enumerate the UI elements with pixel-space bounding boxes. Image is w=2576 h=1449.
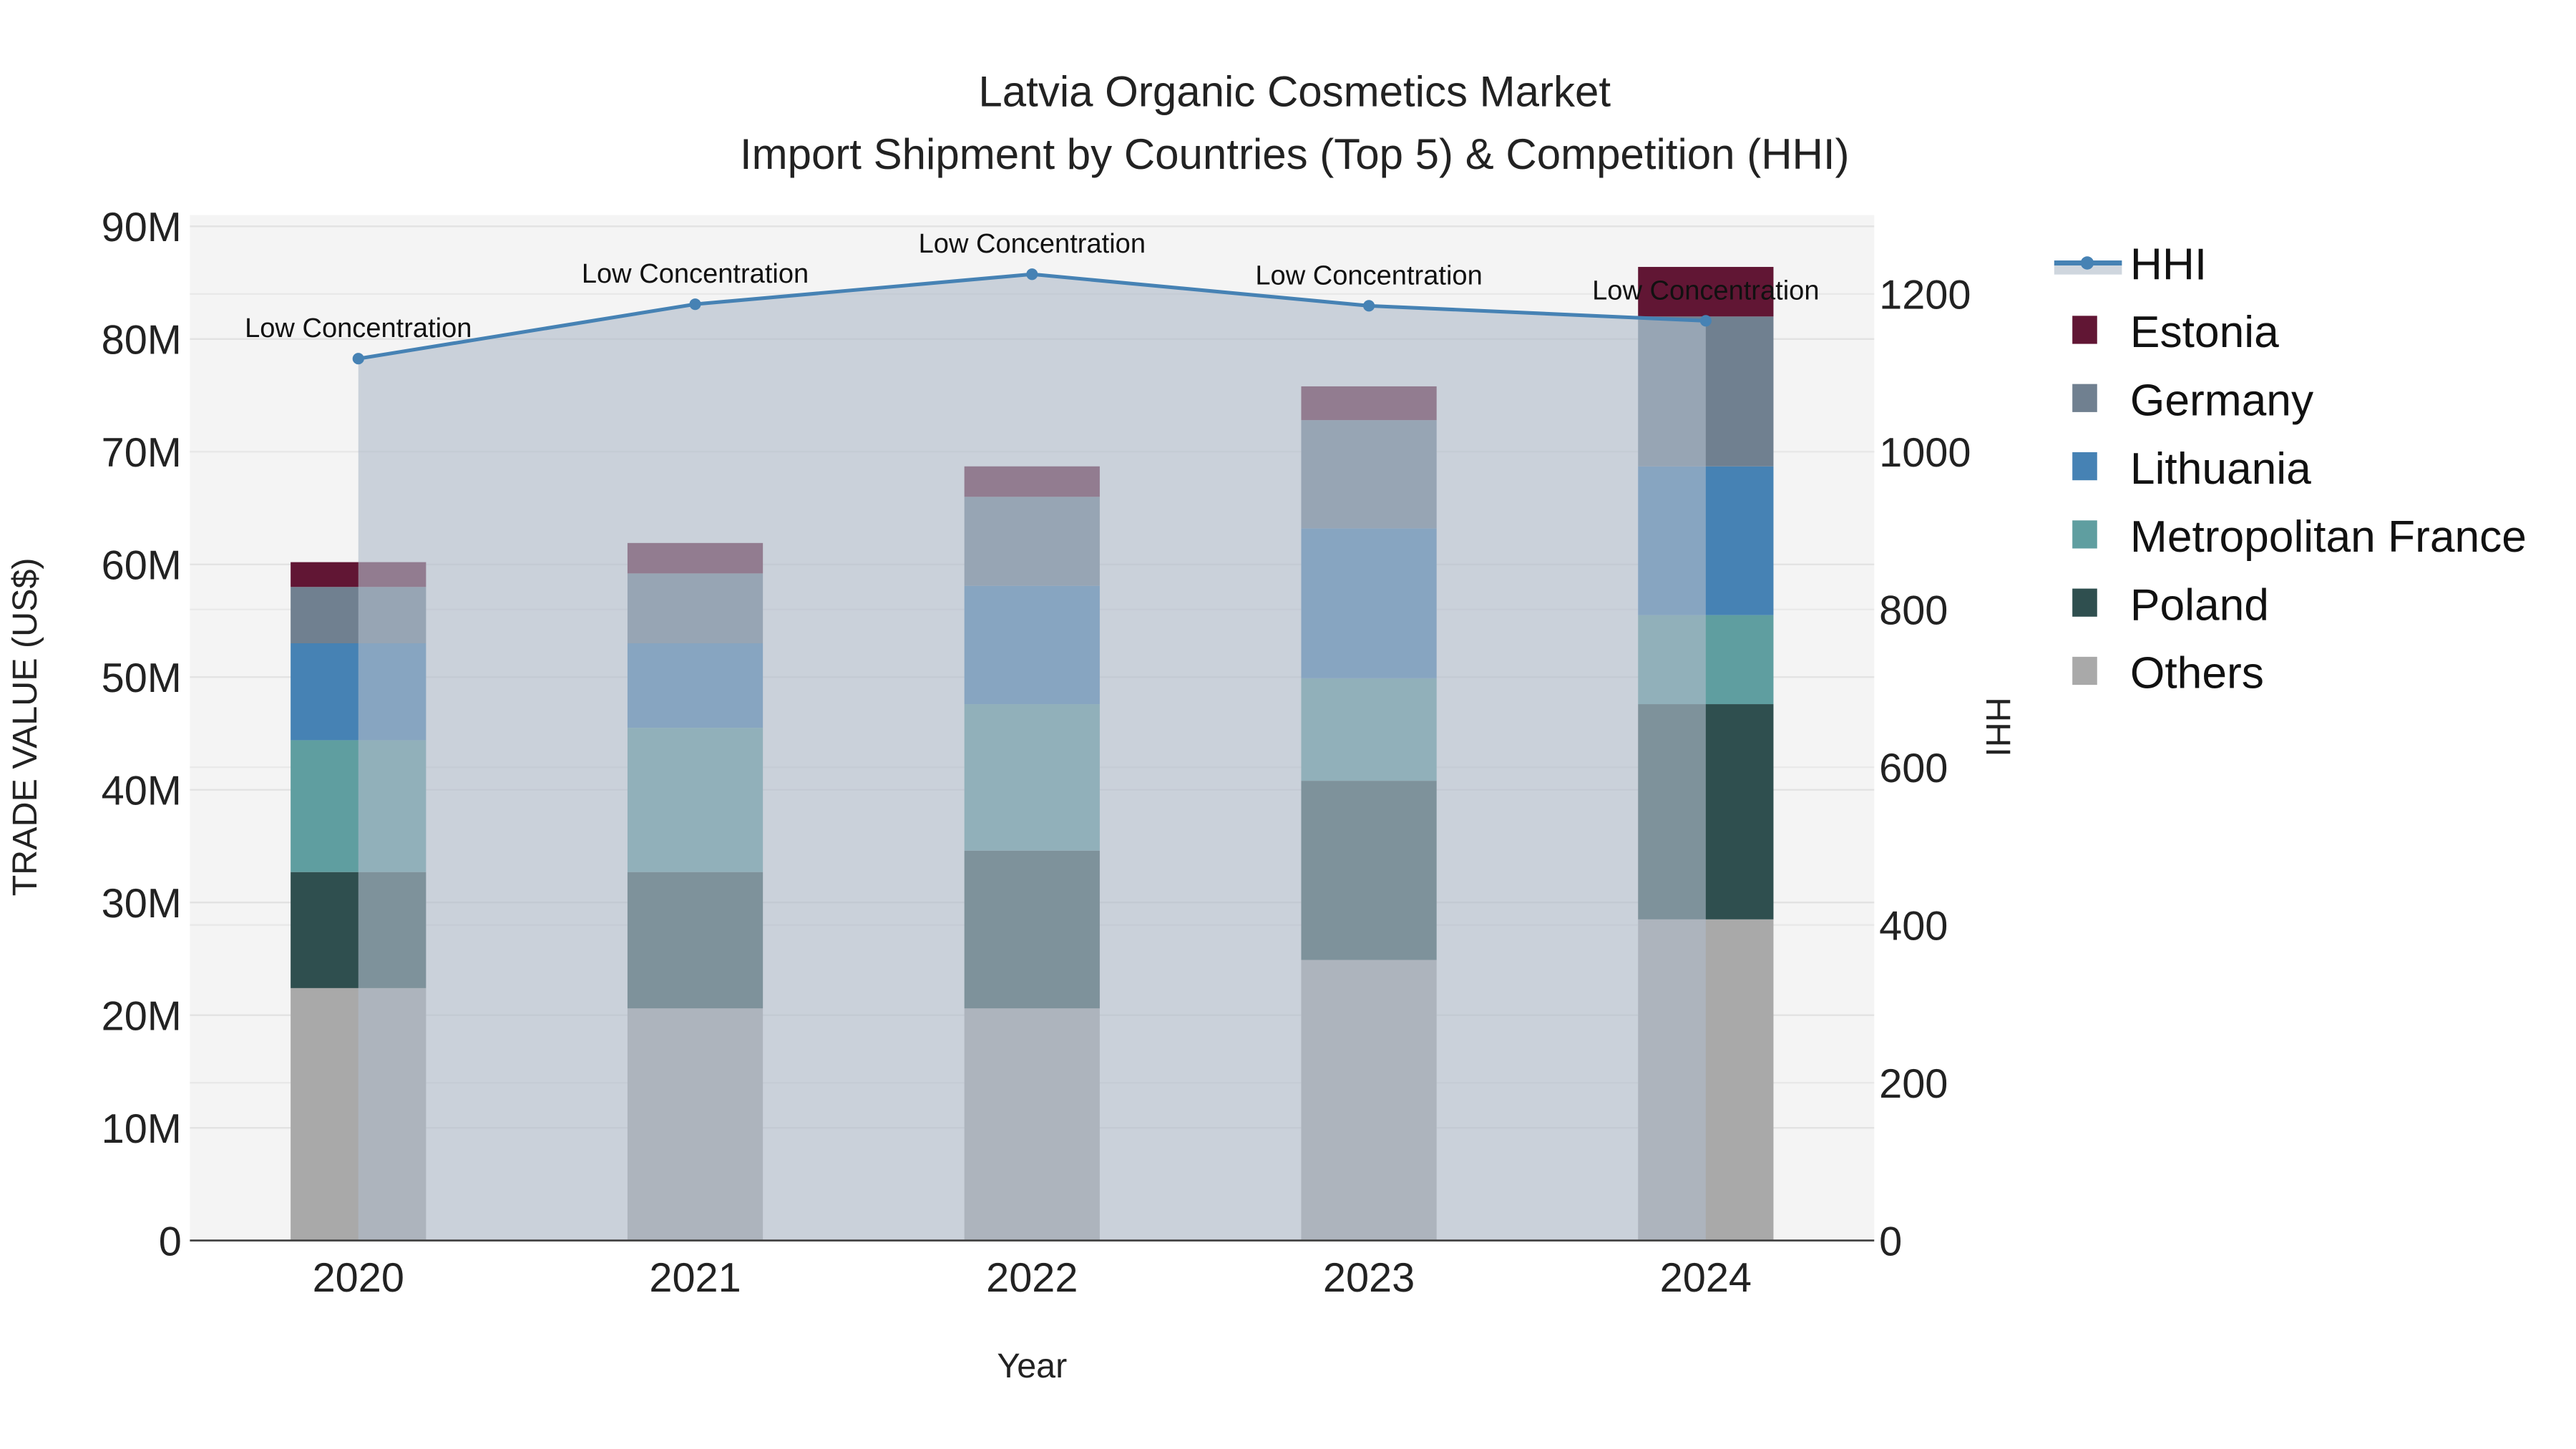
legend-label: Estonia bbox=[2130, 308, 2279, 357]
hhi-annotation: Low Concentration bbox=[1255, 260, 1482, 291]
chart: Low Concentration Low Concentration Low Co… bbox=[6, 67, 2527, 1385]
y-tick-label: 70M bbox=[102, 430, 182, 476]
x-tick-label: 2020 bbox=[313, 1255, 404, 1301]
y-axis-ticks: 0 10M 20M 30M 40M 50M 60M 70M 80M 90M bbox=[102, 205, 182, 1264]
y-tick-label: 60M bbox=[102, 543, 182, 589]
legend-swatch-poland bbox=[2072, 588, 2097, 617]
hhi-annotation: Low Concentration bbox=[245, 313, 472, 343]
legend-swatch-lithuania bbox=[2072, 452, 2097, 481]
hhi-point bbox=[1363, 300, 1375, 312]
legend: HHI Estonia Germany Lithuania Metropolitan F… bbox=[2054, 240, 2527, 698]
y2-tick-label: 400 bbox=[1879, 903, 1948, 949]
hhi-point bbox=[1699, 315, 1712, 327]
chart-title: Latvia Organic Cosmetics Market bbox=[978, 67, 1611, 115]
y-axis-label: TRADE VALUE (US$) bbox=[6, 557, 44, 896]
y2-tick-label: 0 bbox=[1879, 1219, 1902, 1264]
legend-label: Lithuania bbox=[2130, 444, 2311, 494]
y-tick-label: 80M bbox=[102, 318, 182, 364]
hhi-point bbox=[352, 353, 364, 365]
hhi-annotation: Low Concentration bbox=[919, 229, 1146, 259]
y-tick-label: 90M bbox=[102, 205, 182, 250]
y-tick-label: 30M bbox=[102, 881, 182, 927]
hhi-annotation: Low Concentration bbox=[1592, 275, 1819, 306]
legend-label: Poland bbox=[2130, 580, 2269, 630]
legend-swatch-metropolitan-france bbox=[2072, 520, 2097, 549]
x-tick-label: 2022 bbox=[986, 1255, 1078, 1301]
legend-hhi-marker bbox=[2080, 256, 2094, 270]
y-tick-label: 0 bbox=[159, 1219, 182, 1264]
legend-label: Germany bbox=[2130, 376, 2314, 426]
hhi-point bbox=[1026, 268, 1038, 280]
hhi-point bbox=[689, 298, 701, 311]
y2-tick-label: 800 bbox=[1879, 588, 1948, 634]
y-tick-label: 20M bbox=[102, 993, 182, 1039]
x-axis-ticks: 2020 2021 2022 2023 2024 bbox=[313, 1255, 1752, 1301]
legend-label: HHI bbox=[2130, 240, 2207, 290]
chart-subtitle: Import Shipment by Countries (Top 5) & C… bbox=[740, 130, 1850, 178]
legend-swatch-germany bbox=[2072, 384, 2097, 412]
x-tick-label: 2023 bbox=[1323, 1255, 1415, 1301]
x-tick-label: 2024 bbox=[1660, 1255, 1752, 1301]
legend-swatch-others bbox=[2072, 656, 2097, 686]
hhi-annotation: Low Concentration bbox=[582, 259, 809, 289]
y-tick-label: 40M bbox=[102, 768, 182, 814]
hhi-area bbox=[358, 274, 1706, 1241]
y-tick-label: 10M bbox=[102, 1106, 182, 1152]
y2-axis-label: HHI bbox=[1979, 697, 2017, 756]
legend-swatch-estonia bbox=[2072, 316, 2097, 344]
y2-tick-label: 1200 bbox=[1879, 273, 1971, 318]
y2-axis-ticks: 0 200 400 600 800 1000 1200 bbox=[1879, 273, 1971, 1265]
y2-tick-label: 200 bbox=[1879, 1061, 1948, 1107]
legend-label: Others bbox=[2130, 649, 2264, 698]
y-tick-label: 50M bbox=[102, 655, 182, 701]
y2-tick-label: 1000 bbox=[1879, 430, 1971, 476]
x-axis-label: Year bbox=[997, 1347, 1067, 1385]
legend-label: Metropolitan France bbox=[2130, 512, 2527, 562]
hhi-layer: Low Concentration Low Concentration Low Co… bbox=[245, 229, 1820, 1241]
x-tick-label: 2021 bbox=[649, 1255, 741, 1301]
y2-tick-label: 600 bbox=[1879, 746, 1948, 791]
